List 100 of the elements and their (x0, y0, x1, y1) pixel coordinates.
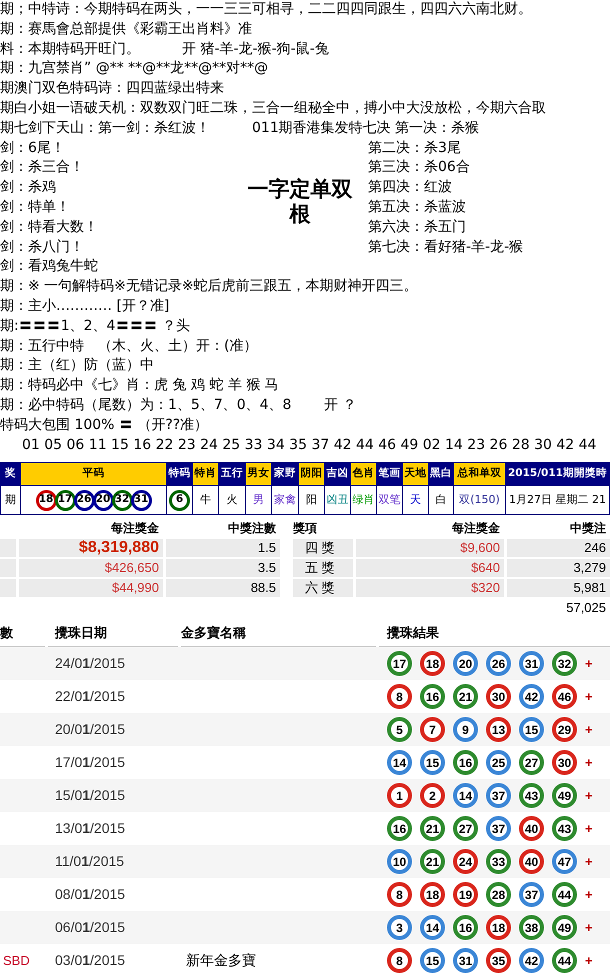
plus-sign: + (585, 787, 593, 806)
verdict-line: 第三决：杀06合 (368, 158, 470, 178)
column-header: 中獎注 (569, 520, 607, 538)
lottery-ball: 2 (420, 783, 445, 808)
lottery-ball: 17 (387, 651, 412, 676)
text-line: 料：本期特码开旺门。 (0, 40, 140, 59)
prize-amount: $44,990 (19, 579, 163, 598)
winner-count: 88.5 (166, 579, 280, 598)
column-header: 攪珠日期 (55, 626, 107, 642)
column-header: 家野 (272, 462, 298, 486)
tip-line: 期：五行中特 （木、火、土）开：(准） (0, 336, 258, 356)
lottery-ball: 17 (54, 490, 76, 511)
prize-amount: $640 (356, 559, 504, 578)
column-header: 阴阳 (298, 462, 324, 486)
table-cell: 双笔 (376, 486, 402, 515)
prize-amount: $9,600 (356, 539, 504, 558)
column-header: 金多寶名稱 (181, 626, 246, 642)
lottery-ball: 24 (453, 849, 478, 874)
lottery-ball: 21 (453, 684, 478, 710)
lottery-ball: 47 (552, 849, 577, 874)
lottery-ball: 16 (387, 816, 412, 842)
plus-sign: + (585, 754, 593, 772)
verdict-line: 第七决：看好猪-羊-龙-猴 (368, 238, 524, 257)
lottery-ball: 6 (169, 490, 190, 511)
draw-date: 03/01/2015 (55, 951, 126, 970)
lottery-ball: 25 (486, 750, 511, 776)
lottery-ball: 49 (552, 915, 577, 940)
draw-date: 22/01/2015 (55, 687, 126, 706)
verdict-line: 第六决：杀五门 (368, 218, 466, 237)
text-line: 开 猪-羊-龙-猴-狗-鼠-兔 (182, 40, 329, 59)
lottery-ball: 37 (519, 882, 544, 908)
lottery-ball: 13 (486, 717, 511, 742)
draw-date: 17/01/2015 (55, 753, 126, 772)
column-header: 吉凶 (324, 462, 350, 486)
column-header: 攪珠結果 (387, 626, 439, 642)
table-cell: 男 (246, 486, 272, 515)
table-cell: 凶丑 (324, 486, 350, 515)
sword-line: 剑：6尾！ (0, 138, 65, 158)
lottery-ball: 18 (420, 651, 445, 676)
lottery-ball: 20 (92, 490, 114, 511)
column-header: 特码 (166, 462, 192, 486)
column-header: 天地 (402, 462, 428, 486)
prize-amount: $8,319,880 (19, 539, 163, 558)
draw-tag: SBD (3, 951, 30, 971)
lottery-ball: 1 (387, 783, 412, 808)
winner-count: 1.5 (166, 539, 280, 558)
text-line: 期：九宫禁肖” @** **@**龙**@**对**@ (0, 59, 268, 78)
number-list: 01 05 06 11 15 16 22 23 24 25 33 34 35 37 42 44 46 49 02 14 23 26 28 30 42 44 (22, 436, 596, 453)
lottery-ball: 30 (486, 684, 511, 710)
text-line: 期七剑下天山：第一剑：杀红波！ (0, 118, 210, 138)
lottery-ball: 15 (420, 948, 445, 974)
lottery-ball: 7 (420, 717, 445, 742)
tip-line: 期：必中特码（尾数）为：1、5、7、0、4、8 开 ？ (0, 396, 356, 415)
lottery-ball: 28 (486, 882, 511, 908)
lottery-ball: 42 (519, 684, 544, 710)
lottery-ball: 29 (552, 717, 577, 742)
table-cell: 牛 (192, 486, 218, 515)
lottery-ball: 14 (453, 783, 478, 808)
sword-line: 剑：杀三合！ (0, 158, 84, 178)
text-line: 期白小姐一语破天机：双数双门旺二珠，三合一组秘全中，搏小中大没放松，今期六合取 (0, 98, 546, 118)
table-cell: 阳 (298, 486, 324, 515)
lottery-ball: 16 (453, 915, 478, 940)
sword-line: 剑：特单！ (0, 198, 70, 217)
lottery-ball: 14 (387, 750, 412, 776)
plus-sign: + (585, 820, 593, 838)
draw-date: 15/01/2015 (55, 786, 126, 806)
lottery-ball: 18 (420, 882, 445, 908)
lottery-ball: 30 (552, 750, 577, 776)
table-cell: 火 (218, 486, 246, 515)
lottery-ball: 15 (519, 717, 544, 742)
tip-line: 期:〓〓〓1、2、4〓〓〓 ？头 (0, 316, 190, 336)
plus-sign: + (585, 952, 593, 970)
lottery-ball: 31 (130, 490, 152, 511)
lottery-ball: 21 (420, 849, 445, 874)
table-cell: 天 (402, 486, 428, 515)
plus-sign: + (585, 655, 593, 674)
lottery-ball: 32 (552, 651, 577, 676)
lottery-ball: 44 (552, 882, 577, 908)
lottery-ball: 44 (552, 948, 577, 974)
prize-tier: 五 獎 (293, 559, 353, 578)
lottery-ball: 43 (552, 816, 577, 842)
lottery-ball: 20 (453, 651, 478, 676)
column-header: 奖 (0, 462, 20, 486)
column-header: 色肖 (350, 462, 376, 486)
column-header: 每注獎金 (451, 520, 501, 538)
lottery-ball: 9 (453, 717, 478, 742)
plus-sign: + (585, 853, 593, 872)
lottery-ball: 42 (519, 948, 544, 974)
lottery-ball: 16 (453, 750, 478, 776)
verdict-line: 第二决：杀3尾 (368, 138, 461, 158)
draw-date: 06/01/2015 (55, 918, 126, 938)
lottery-ball: 33 (486, 849, 511, 874)
lottery-ball: 31 (519, 651, 544, 676)
lottery-ball: 21 (420, 816, 445, 842)
lottery-ball: 40 (519, 849, 544, 874)
table-cell: 家禽 (272, 486, 298, 515)
total-count: 57,025 (565, 599, 607, 618)
text-line: 期澳门双色特码诗：四四蓝绿出特来 (0, 79, 224, 98)
lottery-ball: 18 (486, 915, 511, 940)
verdict-line: 第五决：杀蓝波 (368, 198, 466, 217)
